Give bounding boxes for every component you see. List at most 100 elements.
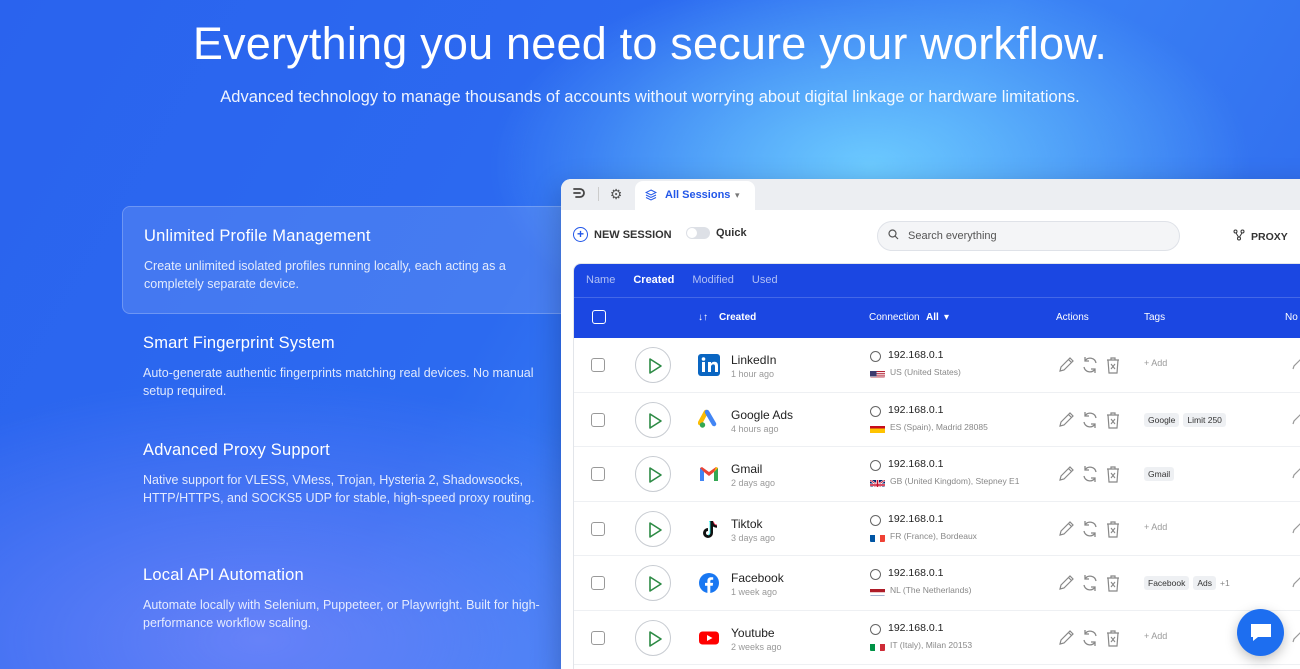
- play-icon[interactable]: [647, 466, 663, 484]
- col-created[interactable]: Created: [719, 312, 756, 323]
- gear-icon[interactable]: ⚙: [607, 185, 625, 203]
- sort-tab-modified[interactable]: Modified: [692, 274, 734, 286]
- feature-item[interactable]: Smart Fingerprint System Auto-generate a…: [122, 314, 572, 420]
- select-all-checkbox[interactable]: [592, 310, 606, 324]
- layers-icon: [644, 181, 658, 210]
- linkedin-logo-icon: [698, 354, 720, 376]
- add-tag-button[interactable]: + Add: [1144, 358, 1167, 368]
- play-icon[interactable]: [647, 357, 663, 375]
- tag-chip[interactable]: Limit 250: [1183, 412, 1226, 427]
- edit-icon[interactable]: [1056, 355, 1076, 375]
- play-button[interactable]: [635, 565, 671, 601]
- note-edit-icon[interactable]: [1291, 411, 1300, 432]
- session-name[interactable]: Youtube: [731, 626, 775, 640]
- table-row[interactable]: Gmail 2 days ago 192.168.0.1 GB (United …: [574, 447, 1300, 502]
- sort-tab-created[interactable]: Created: [633, 274, 674, 286]
- google-ads-logo-icon: [697, 409, 720, 431]
- refresh-icon[interactable]: [1080, 628, 1100, 648]
- play-icon[interactable]: [647, 630, 663, 648]
- chevron-down-icon[interactable]: ▾: [944, 312, 949, 323]
- note-edit-icon[interactable]: [1291, 356, 1300, 377]
- toggle-switch[interactable]: [686, 227, 710, 239]
- trash-icon[interactable]: [1104, 464, 1122, 484]
- play-icon[interactable]: [647, 412, 663, 430]
- row-checkbox[interactable]: [591, 467, 605, 481]
- table-row[interactable]: Facebook 1 week ago 192.168.0.1 NL (The …: [574, 556, 1300, 611]
- edit-icon[interactable]: [1056, 410, 1076, 430]
- trash-icon[interactable]: [1104, 573, 1122, 593]
- trash-icon[interactable]: [1104, 355, 1122, 375]
- connection-filter[interactable]: All: [926, 312, 939, 323]
- app-logo-icon[interactable]: [570, 185, 588, 203]
- row-tags: Facebook Ads +1: [1144, 576, 1230, 590]
- sort-icon[interactable]: ↓↑: [698, 312, 708, 323]
- refresh-icon[interactable]: [1080, 464, 1100, 484]
- play-button[interactable]: [635, 619, 671, 656]
- play-button[interactable]: [635, 347, 671, 383]
- session-name[interactable]: Tiktok: [731, 517, 763, 531]
- row-checkbox[interactable]: [591, 521, 605, 536]
- tag-chip[interactable]: Ads: [1193, 576, 1216, 590]
- play-button[interactable]: [635, 510, 671, 547]
- trash-icon[interactable]: [1104, 410, 1122, 430]
- refresh-icon[interactable]: [1080, 573, 1100, 593]
- refresh-icon[interactable]: [1080, 410, 1100, 430]
- sort-tab-used[interactable]: Used: [752, 274, 778, 286]
- session-name[interactable]: Facebook: [731, 571, 784, 585]
- row-checkbox[interactable]: [591, 412, 605, 427]
- row-checkbox[interactable]: [591, 358, 605, 372]
- play-button[interactable]: [635, 401, 671, 438]
- feature-item[interactable]: Local API Automation Automate locally wi…: [122, 546, 572, 652]
- proxy-icon: [1233, 229, 1245, 244]
- youtube-logo-icon: [698, 627, 720, 649]
- feature-item[interactable]: Advanced Proxy Support Native support fo…: [122, 421, 572, 527]
- quick-toggle[interactable]: Quick: [686, 227, 747, 239]
- table-row[interactable]: Google Ads 4 hours ago 192.168.0.1 ES (S…: [574, 392, 1300, 447]
- trash-icon[interactable]: [1104, 628, 1122, 648]
- note-edit-icon[interactable]: [1291, 465, 1300, 486]
- play-icon[interactable]: [647, 575, 663, 593]
- search-input[interactable]: Search everything: [877, 221, 1180, 251]
- add-tag-button[interactable]: + Add: [1144, 631, 1167, 641]
- sort-tab-name[interactable]: Name: [586, 274, 615, 286]
- play-button[interactable]: [635, 456, 671, 492]
- session-name[interactable]: Gmail: [731, 462, 762, 476]
- row-checkbox[interactable]: [591, 630, 605, 645]
- connection-ip: 192.168.0.1: [888, 403, 944, 416]
- tag-chip[interactable]: Google: [1144, 412, 1180, 427]
- table-row[interactable]: LinkedIn 1 hour ago 192.168.0.1 US (Unit…: [574, 338, 1300, 393]
- play-icon[interactable]: [647, 521, 663, 539]
- note-edit-icon[interactable]: [1291, 574, 1300, 595]
- chat-button[interactable]: [1237, 609, 1284, 656]
- tag-chip[interactable]: Gmail: [1144, 467, 1175, 481]
- edit-icon[interactable]: [1056, 519, 1076, 539]
- more-tags[interactable]: +1: [1220, 578, 1230, 588]
- session-time: 1 hour ago: [731, 369, 775, 379]
- row-checkbox[interactable]: [591, 576, 605, 590]
- refresh-icon[interactable]: [1080, 519, 1100, 539]
- trash-icon[interactable]: [1104, 519, 1122, 539]
- proxy-button[interactable]: PROXY: [1233, 229, 1288, 244]
- hero-title: Everything you need to secure your workf…: [192, 18, 1108, 69]
- add-tag-button[interactable]: + Add: [1144, 522, 1167, 532]
- table-row[interactable]: Youtube 2 weeks ago 192.168.0.1 IT (Ital…: [574, 610, 1300, 665]
- table-row[interactable]: Tiktok 3 days ago 192.168.0.1 FR (France…: [574, 501, 1300, 556]
- session-name[interactable]: LinkedIn: [731, 353, 776, 367]
- proxy-label: PROXY: [1251, 230, 1288, 243]
- note-edit-icon[interactable]: [1291, 629, 1300, 650]
- edit-icon[interactable]: [1056, 573, 1076, 593]
- edit-icon[interactable]: [1056, 464, 1076, 484]
- tab-bar: ⚙ All Sessions ▾: [561, 179, 1300, 210]
- new-session-button[interactable]: + NEW SESSION: [573, 227, 672, 242]
- feature-item[interactable]: Unlimited Profile Management Create unli…: [122, 206, 572, 314]
- tag-chip[interactable]: Facebook: [1144, 576, 1190, 590]
- table-header: Name Created Modified Used ↓↑ Created Co…: [574, 264, 1300, 338]
- note-edit-icon[interactable]: [1291, 520, 1300, 541]
- refresh-icon[interactable]: [1080, 355, 1100, 375]
- edit-icon[interactable]: [1056, 628, 1076, 648]
- session-name[interactable]: Google Ads: [731, 408, 793, 422]
- session-time: 2 days ago: [731, 478, 776, 488]
- col-connection[interactable]: Connection: [869, 312, 920, 323]
- chevron-down-icon[interactable]: ▾: [735, 181, 740, 210]
- tab-all-sessions[interactable]: All Sessions ▾: [635, 181, 755, 210]
